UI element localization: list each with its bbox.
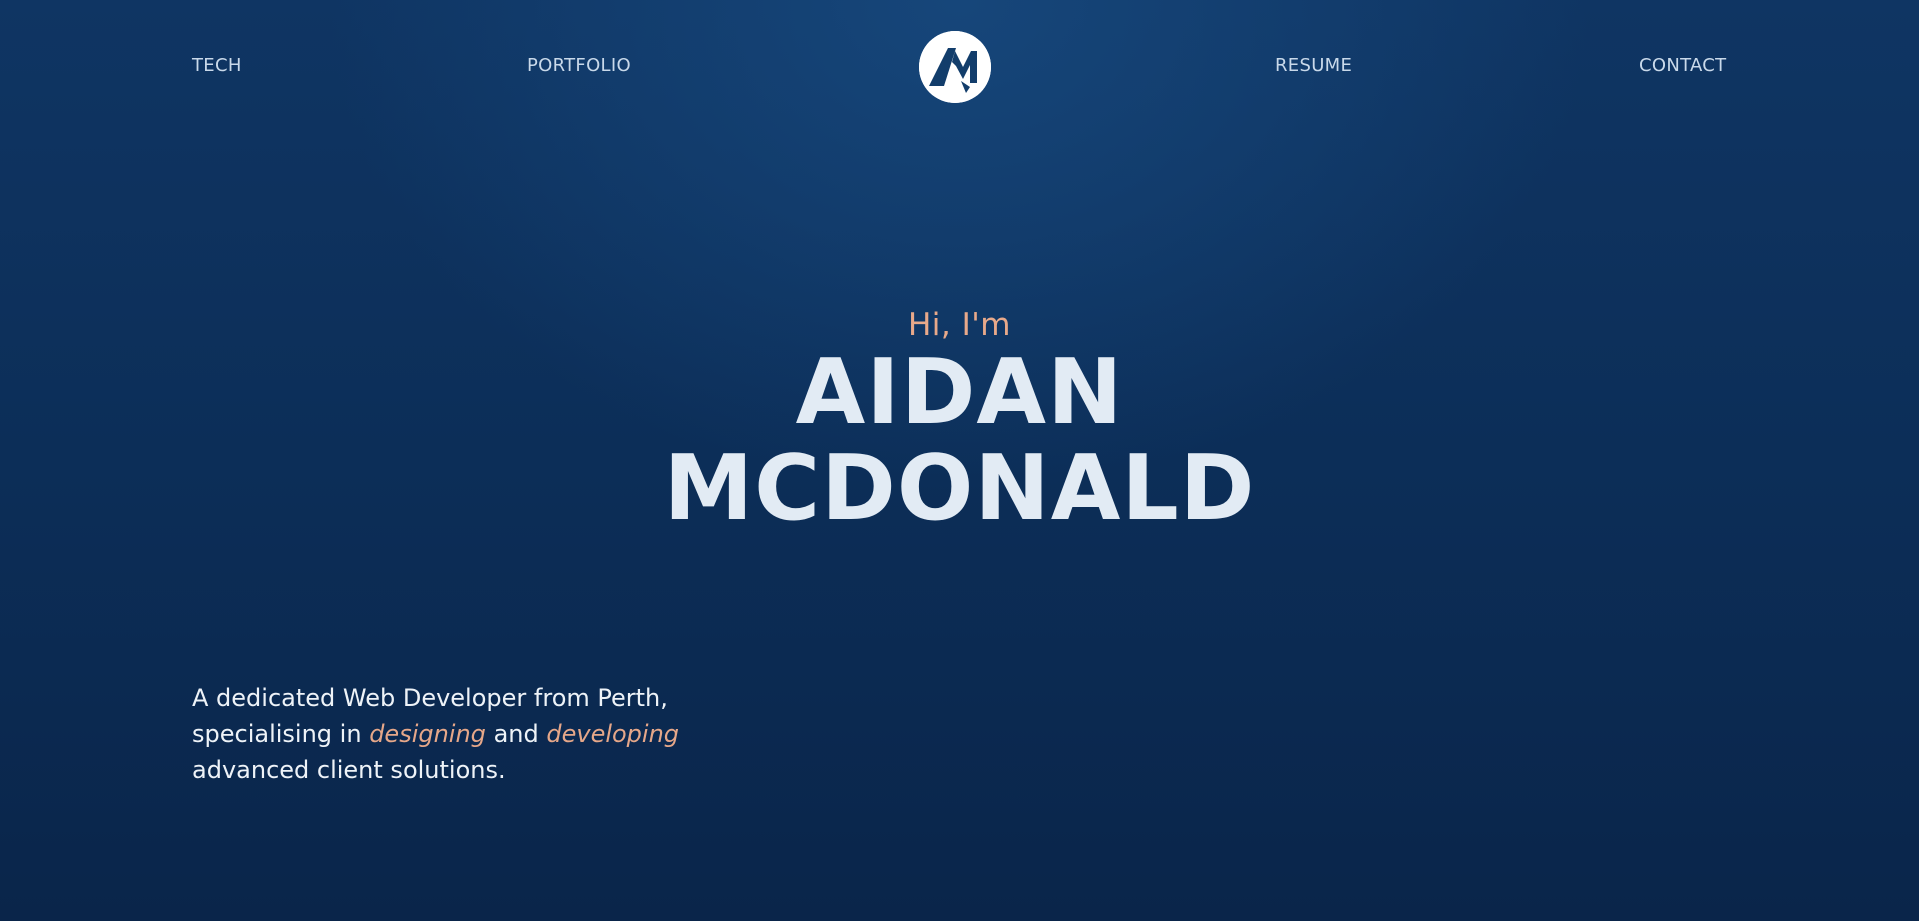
intro-highlight-designing: designing bbox=[369, 720, 486, 748]
intro-highlight-developing: developing bbox=[546, 720, 680, 748]
hero-last-name: MCDONALD bbox=[663, 436, 1256, 541]
nav-link-portfolio[interactable]: PORTFOLIO bbox=[527, 55, 631, 76]
am-monogram-logo-icon[interactable] bbox=[919, 31, 991, 103]
intro-text-specialising: specialising in bbox=[192, 720, 362, 748]
top-navigation: TECH PORTFOLIO RESUME CONTACT bbox=[0, 0, 1919, 135]
hero-greeting: Hi, I'm bbox=[908, 307, 1011, 343]
nav-link-resume[interactable]: RESUME bbox=[1275, 55, 1352, 76]
intro-text-line3: advanced client solutions. bbox=[192, 756, 506, 784]
nav-link-tech[interactable]: TECH bbox=[192, 55, 242, 76]
intro-text-line1: A dedicated Web Developer from Perth, bbox=[192, 684, 668, 712]
hero-first-name: AIDAN bbox=[795, 340, 1124, 445]
intro-paragraph: A dedicated Web Developer from Perth, sp… bbox=[192, 680, 792, 788]
hero-section: Hi, I'm AIDAN MCDONALD bbox=[0, 305, 1919, 537]
intro-text-and: and bbox=[493, 720, 539, 748]
nav-link-contact[interactable]: CONTACT bbox=[1639, 55, 1726, 76]
